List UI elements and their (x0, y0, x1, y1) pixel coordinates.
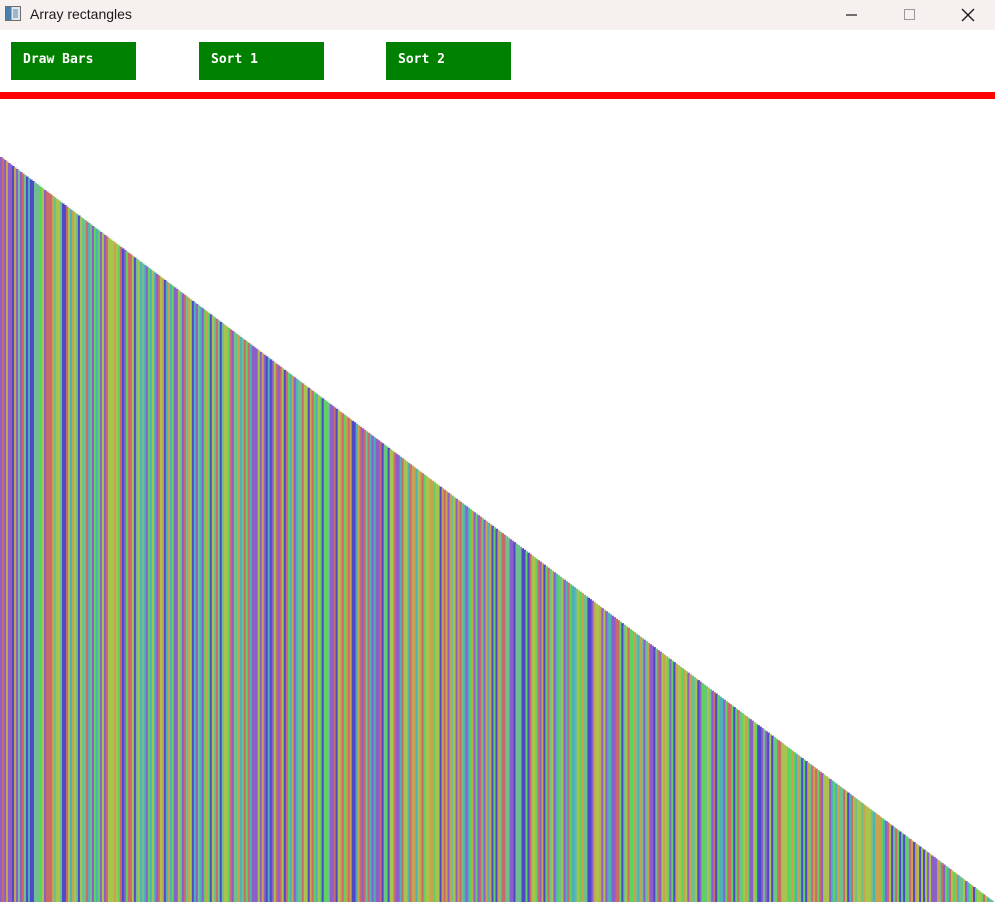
draw-bars-button[interactable]: Draw Bars (11, 42, 136, 80)
bars-canvas (0, 99, 995, 902)
close-icon (961, 8, 975, 22)
close-button[interactable] (939, 0, 995, 30)
divider-line (0, 92, 995, 99)
title-bar: Array rectangles (0, 0, 995, 30)
window-title: Array rectangles (30, 6, 132, 22)
maximize-button[interactable] (881, 0, 939, 30)
bars-svg (0, 157, 994, 902)
sort-2-button[interactable]: Sort 2 (386, 42, 511, 80)
toolbar: Draw Bars Sort 1 Sort 2 (0, 30, 995, 92)
app-window: Array rectangles Draw Bars Sort 1 Sort 2 (0, 0, 995, 902)
minimize-button[interactable] (823, 0, 881, 30)
sort-1-button[interactable]: Sort 1 (199, 42, 324, 80)
minimize-icon (846, 14, 857, 16)
maximize-icon (904, 9, 915, 20)
app-icon (5, 6, 21, 21)
